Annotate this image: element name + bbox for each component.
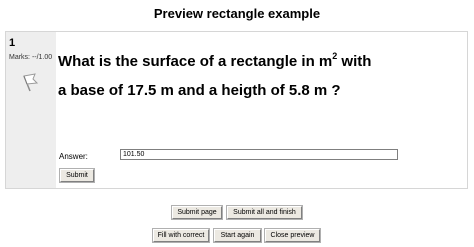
- question-number: 1: [9, 37, 16, 49]
- question-box: 1 Marks: --/1.00 What is the surface of …: [5, 31, 468, 189]
- question-text-line1: What is the surface of a rectangle in m2…: [58, 47, 458, 76]
- answer-label: Answer:: [59, 152, 88, 161]
- marks-label: Marks: --/1.00: [9, 54, 53, 61]
- start-again-button[interactable]: Start again: [214, 229, 261, 242]
- submit-page-button[interactable]: Submit page: [172, 206, 222, 219]
- question-text-line2: a base of 17.5 m and a heigth of 5.8 m ?: [58, 82, 341, 99]
- answer-input[interactable]: [120, 149, 398, 160]
- page-title: Preview rectangle example: [153, 6, 321, 21]
- question-text-part: What is the surface of a rectangle in m: [58, 53, 333, 70]
- submit-all-and-finish-button[interactable]: Submit all and finish: [227, 206, 302, 219]
- question-text-part: with: [337, 53, 372, 70]
- question-info: 1 Marks: --/1.00: [6, 32, 56, 188]
- question-text: What is the surface of a rectangle in m2…: [58, 47, 458, 105]
- close-preview-button[interactable]: Close preview: [265, 229, 320, 242]
- submit-button[interactable]: Submit: [60, 169, 94, 182]
- fill-with-correct-button[interactable]: Fill with correct: [153, 229, 209, 242]
- flag-icon[interactable]: [21, 72, 39, 92]
